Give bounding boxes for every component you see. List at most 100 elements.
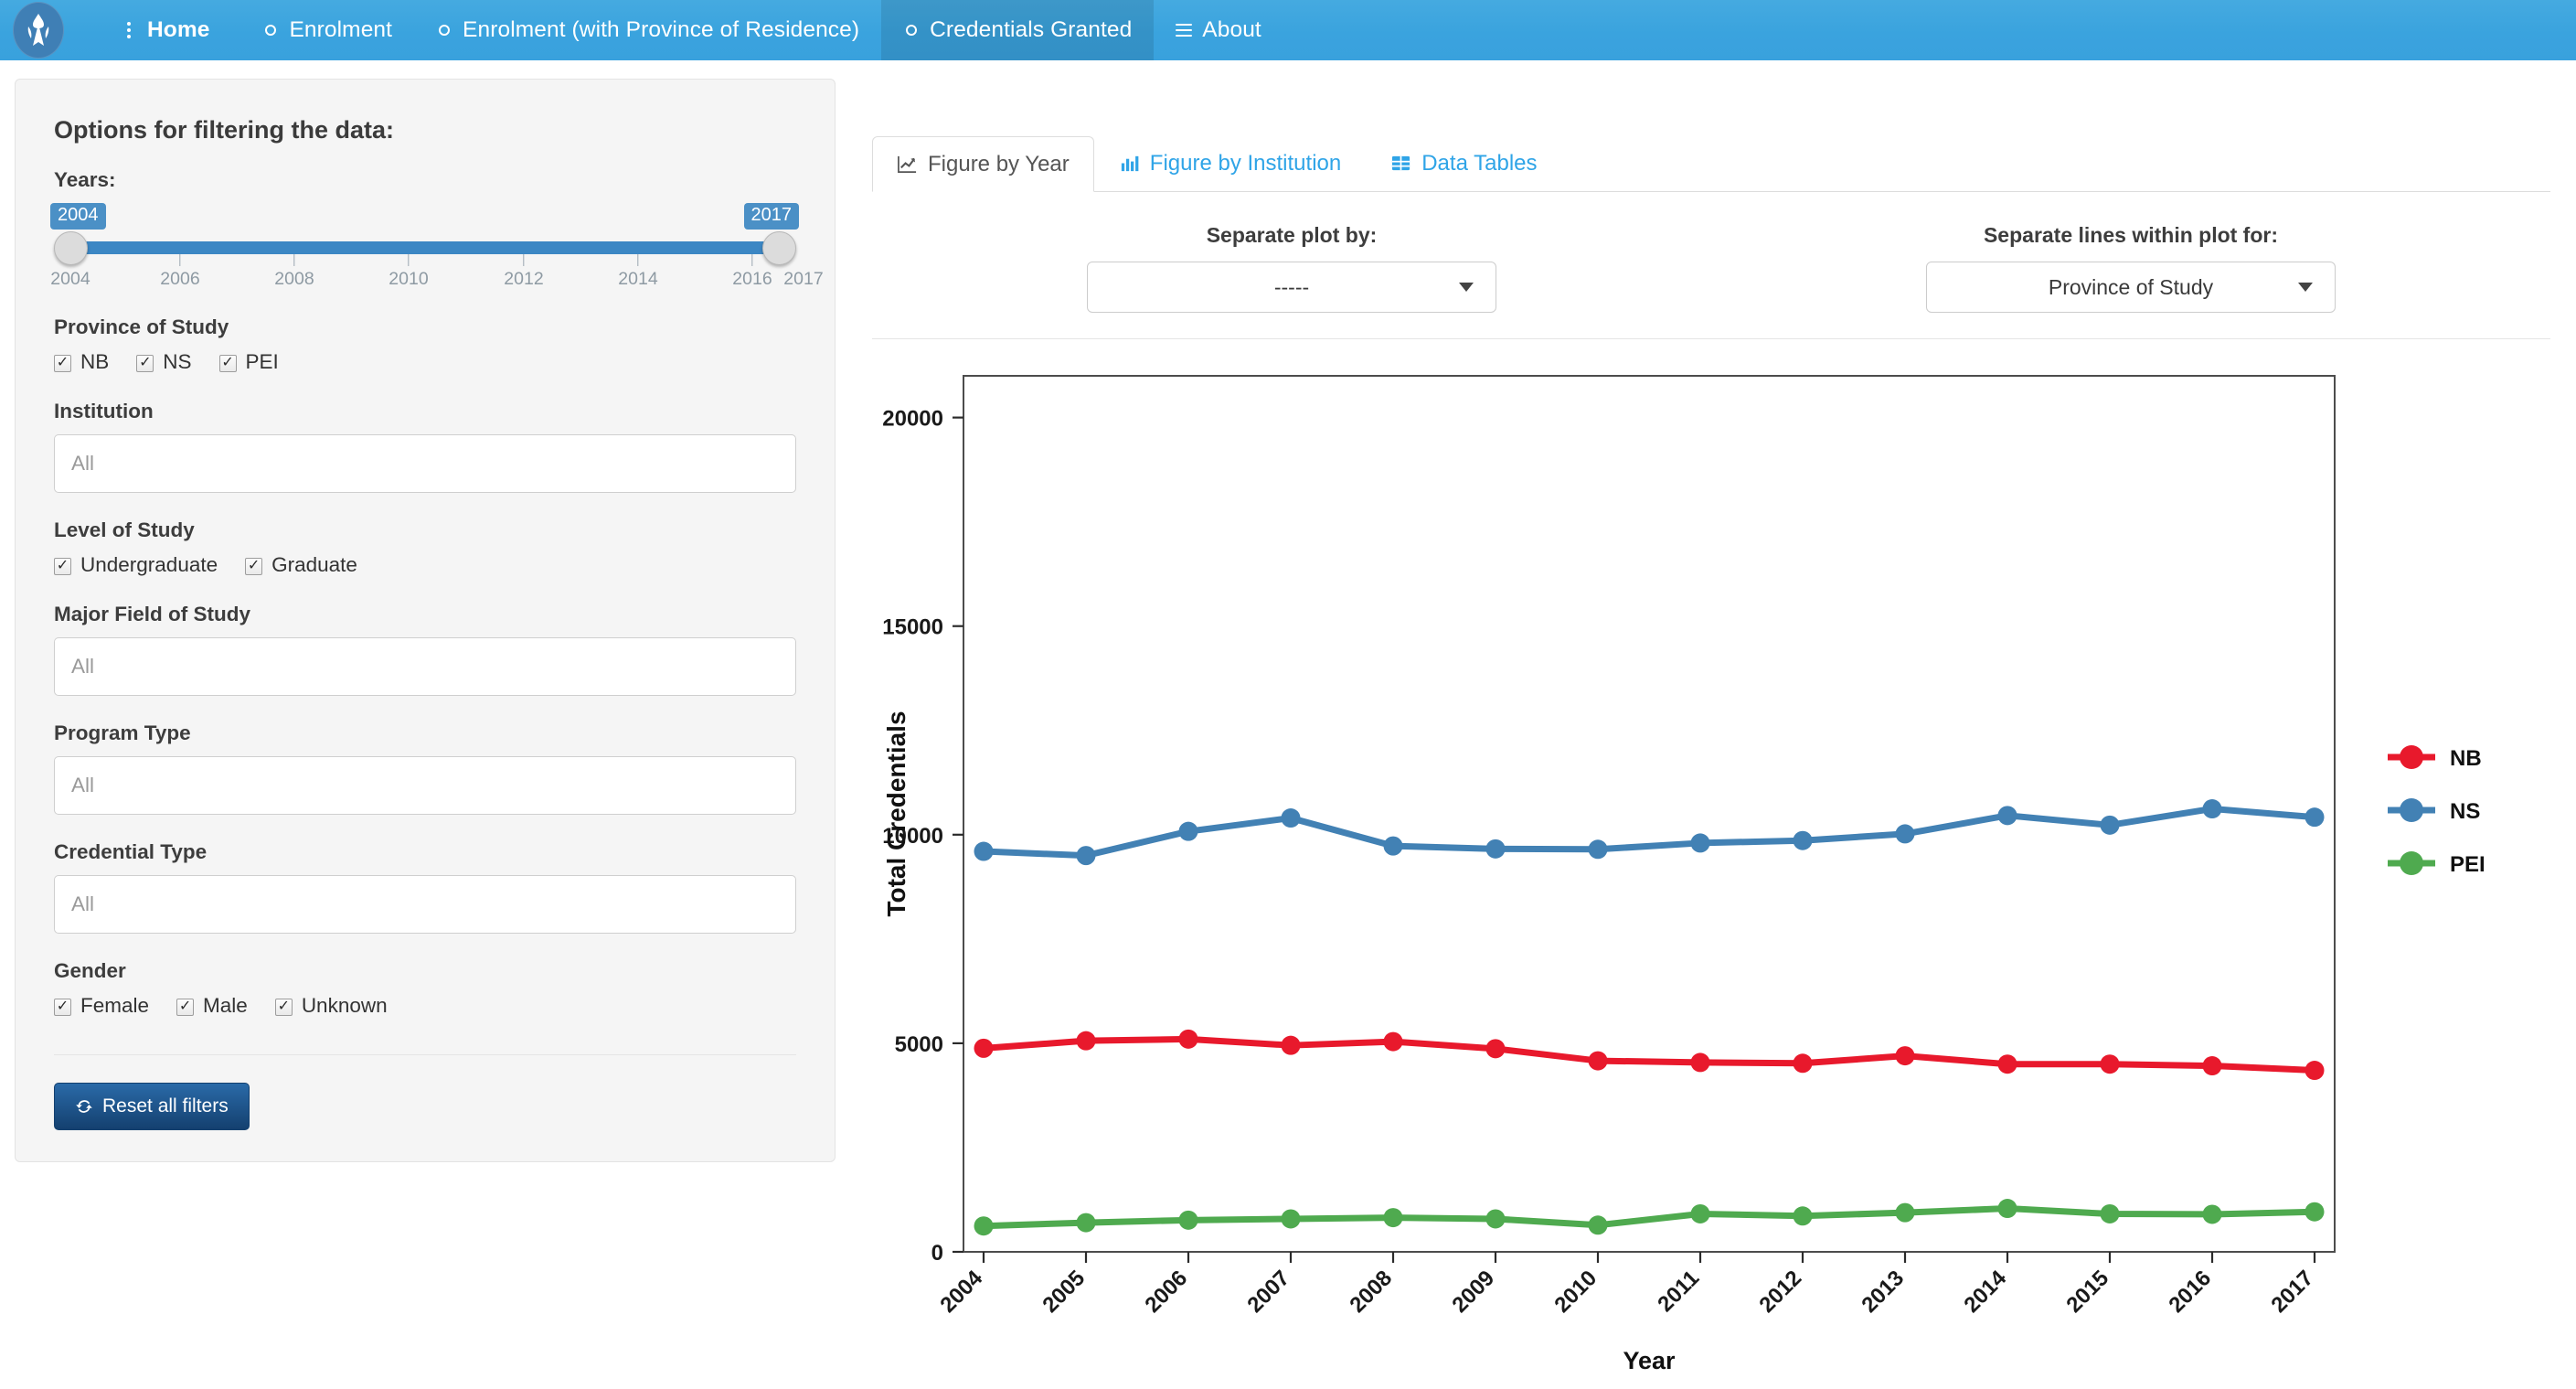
separate-plot-by-select[interactable]: ----- [1087, 262, 1496, 313]
checkbox-box[interactable]: ✓ [274, 998, 293, 1016]
x-axis-title: Year [1623, 1347, 1676, 1374]
chevron-down-icon [1459, 283, 1474, 292]
tab-data-tables[interactable]: Data Tables [1366, 135, 1561, 191]
checkbox-ns[interactable]: ✓ NS [136, 350, 192, 374]
province-of-study-options: ✓ NB ✓ NS ✓ PEI [54, 350, 796, 374]
data-point-NB-2006 [1178, 1029, 1198, 1049]
slider-ticks: 2004 2006 2008 2010 2012 2014 2016 2017 [50, 254, 824, 291]
filter-credential-type: Credential Type All [54, 840, 796, 934]
major-field-of-study-input[interactable]: All [54, 637, 796, 696]
slider-tick: 2010 [389, 254, 429, 290]
separate-lines-value: Province of Study [2048, 274, 2214, 299]
logo-circle [13, 2, 64, 59]
y-axis-title: Total Credentials [882, 711, 910, 916]
separate-plot-by-label: Separate plot by: [1206, 223, 1378, 247]
legend-label-NS: NS [2450, 799, 2480, 824]
separate-lines-select[interactable]: Province of Study [1926, 262, 2336, 313]
x-tick-label: 2010 [1549, 1266, 1602, 1318]
brand-logo[interactable] [0, 0, 77, 60]
major-field-of-study-label: Major Field of Study [54, 603, 251, 625]
slider-tick: 2016 [732, 254, 772, 290]
checkbox-male-label: Male [203, 994, 248, 1017]
data-point-NS-2013 [1895, 824, 1915, 844]
nav-item-about[interactable]: About [1154, 0, 1283, 60]
checkbox-graduate[interactable]: ✓ Graduate [245, 553, 357, 577]
tab-bar: Figure by Year Figure by Institution Dat… [872, 135, 2550, 192]
data-point-NB-2004 [974, 1038, 994, 1058]
slider-track[interactable] [70, 241, 782, 254]
data-point-PEI-2009 [1485, 1209, 1506, 1229]
tab-figure-by-institution[interactable]: Figure by Institution [1094, 135, 1366, 191]
level-of-study-label: Level of Study [54, 518, 195, 541]
checkbox-unknown[interactable]: ✓ Unknown [274, 994, 388, 1018]
line-chart-icon [897, 154, 918, 175]
tab-figure-by-year[interactable]: Figure by Year [872, 136, 1094, 192]
data-point-NB-2005 [1076, 1031, 1096, 1051]
tab-data-tables-label: Data Tables [1421, 150, 1538, 176]
checkbox-box[interactable]: ✓ [54, 354, 71, 372]
credential-type-input[interactable]: All [54, 875, 796, 934]
data-point-NS-2015 [2100, 815, 2120, 835]
data-point-NB-2015 [2100, 1054, 2120, 1074]
data-point-PEI-2006 [1178, 1210, 1198, 1230]
panel-title: Options for filtering the data: [54, 116, 394, 144]
nav-item-enrolment-province-residence[interactable]: Enrolment (with Province of Residence) [414, 0, 881, 60]
year-range-slider[interactable]: 2004 2017 2004 2006 2008 2010 2012 2014 … [50, 203, 824, 291]
data-point-NB-2012 [1793, 1053, 1813, 1074]
filter-level-of-study: Level of Study ✓ Undergraduate ✓ Graduat… [54, 518, 796, 577]
y-tick-label: 15000 [882, 615, 943, 640]
nav-item-enrolment[interactable]: Enrolment [240, 0, 414, 60]
filter-gender: Gender ✓ Female ✓ Male ✓ Unknown [54, 959, 796, 1018]
checkbox-undergraduate-label: Undergraduate [80, 553, 218, 576]
filter-institution: Institution All [54, 400, 796, 493]
checkbox-ns-label: NS [163, 350, 192, 373]
plot-frame [963, 375, 2336, 1253]
x-tick-label: 2015 [2061, 1266, 2113, 1318]
data-point-NS-2008 [1383, 836, 1403, 856]
plot-selectors: Separate plot by: ----- Separate lines w… [872, 192, 2550, 339]
y-tick-label: 5000 [895, 1032, 943, 1057]
checkbox-box[interactable]: ✓ [54, 557, 71, 575]
hamburger-icon [1176, 23, 1193, 37]
slider-max-bubble: 2017 [743, 203, 799, 230]
data-point-NB-2008 [1383, 1031, 1403, 1052]
data-point-NS-2014 [1997, 806, 2017, 826]
filter-province-of-study: Province of Study ✓ NB ✓ NS ✓ PEI [54, 315, 796, 374]
checkbox-box[interactable]: ✓ [54, 998, 71, 1016]
checkbox-male[interactable]: ✓ Male [176, 994, 248, 1018]
x-tick-label: 2005 [1038, 1266, 1090, 1318]
gender-options: ✓ Female ✓ Male ✓ Unknown [54, 994, 796, 1018]
checkbox-female[interactable]: ✓ Female [54, 994, 149, 1018]
data-point-PEI-2013 [1895, 1202, 1915, 1223]
checkbox-pei[interactable]: ✓ PEI [218, 350, 279, 374]
checkbox-box[interactable]: ✓ [176, 998, 195, 1016]
reset-all-filters-button[interactable]: Reset all filters [54, 1083, 250, 1130]
data-point-NS-2016 [2202, 799, 2222, 819]
institution-input[interactable]: All [54, 434, 796, 493]
checkbox-box[interactable]: ✓ [245, 557, 263, 575]
checkbox-box[interactable]: ✓ [136, 354, 154, 372]
data-point-NB-2016 [2202, 1056, 2222, 1076]
nav-item-credentials-granted[interactable]: Credentials Granted [881, 0, 1155, 60]
data-point-PEI-2010 [1588, 1215, 1608, 1235]
institution-label: Institution [54, 400, 154, 422]
checkbox-nb[interactable]: ✓ NB [54, 350, 109, 374]
checkbox-undergraduate[interactable]: ✓ Undergraduate [54, 553, 218, 577]
legend-label-PEI: PEI [2450, 852, 2486, 877]
checkbox-box[interactable]: ✓ [218, 354, 237, 372]
separate-plot-by-value: ----- [1273, 274, 1310, 299]
table-icon [1390, 153, 1411, 174]
tab-figure-by-institution-label: Figure by Institution [1149, 150, 1342, 176]
separate-plot-by-group: Separate plot by: ----- [872, 223, 1711, 313]
line-chart[interactable]: 05000100001500020000Total Credentials200… [872, 365, 2572, 1389]
x-tick-label: 2004 [935, 1266, 987, 1318]
program-type-input[interactable]: All [54, 756, 796, 815]
top-navbar: Home Enrolment Enrolment (with Province … [0, 0, 2576, 60]
nav-item-home[interactable]: Home [77, 0, 240, 60]
gender-label: Gender [54, 959, 126, 982]
x-tick-label: 2011 [1653, 1266, 1704, 1317]
x-tick-label: 2008 [1345, 1266, 1397, 1318]
sidebar-divider [54, 1054, 796, 1055]
slider-tick: 2017 [783, 269, 824, 289]
filter-major-field-of-study: Major Field of Study All [54, 603, 796, 696]
